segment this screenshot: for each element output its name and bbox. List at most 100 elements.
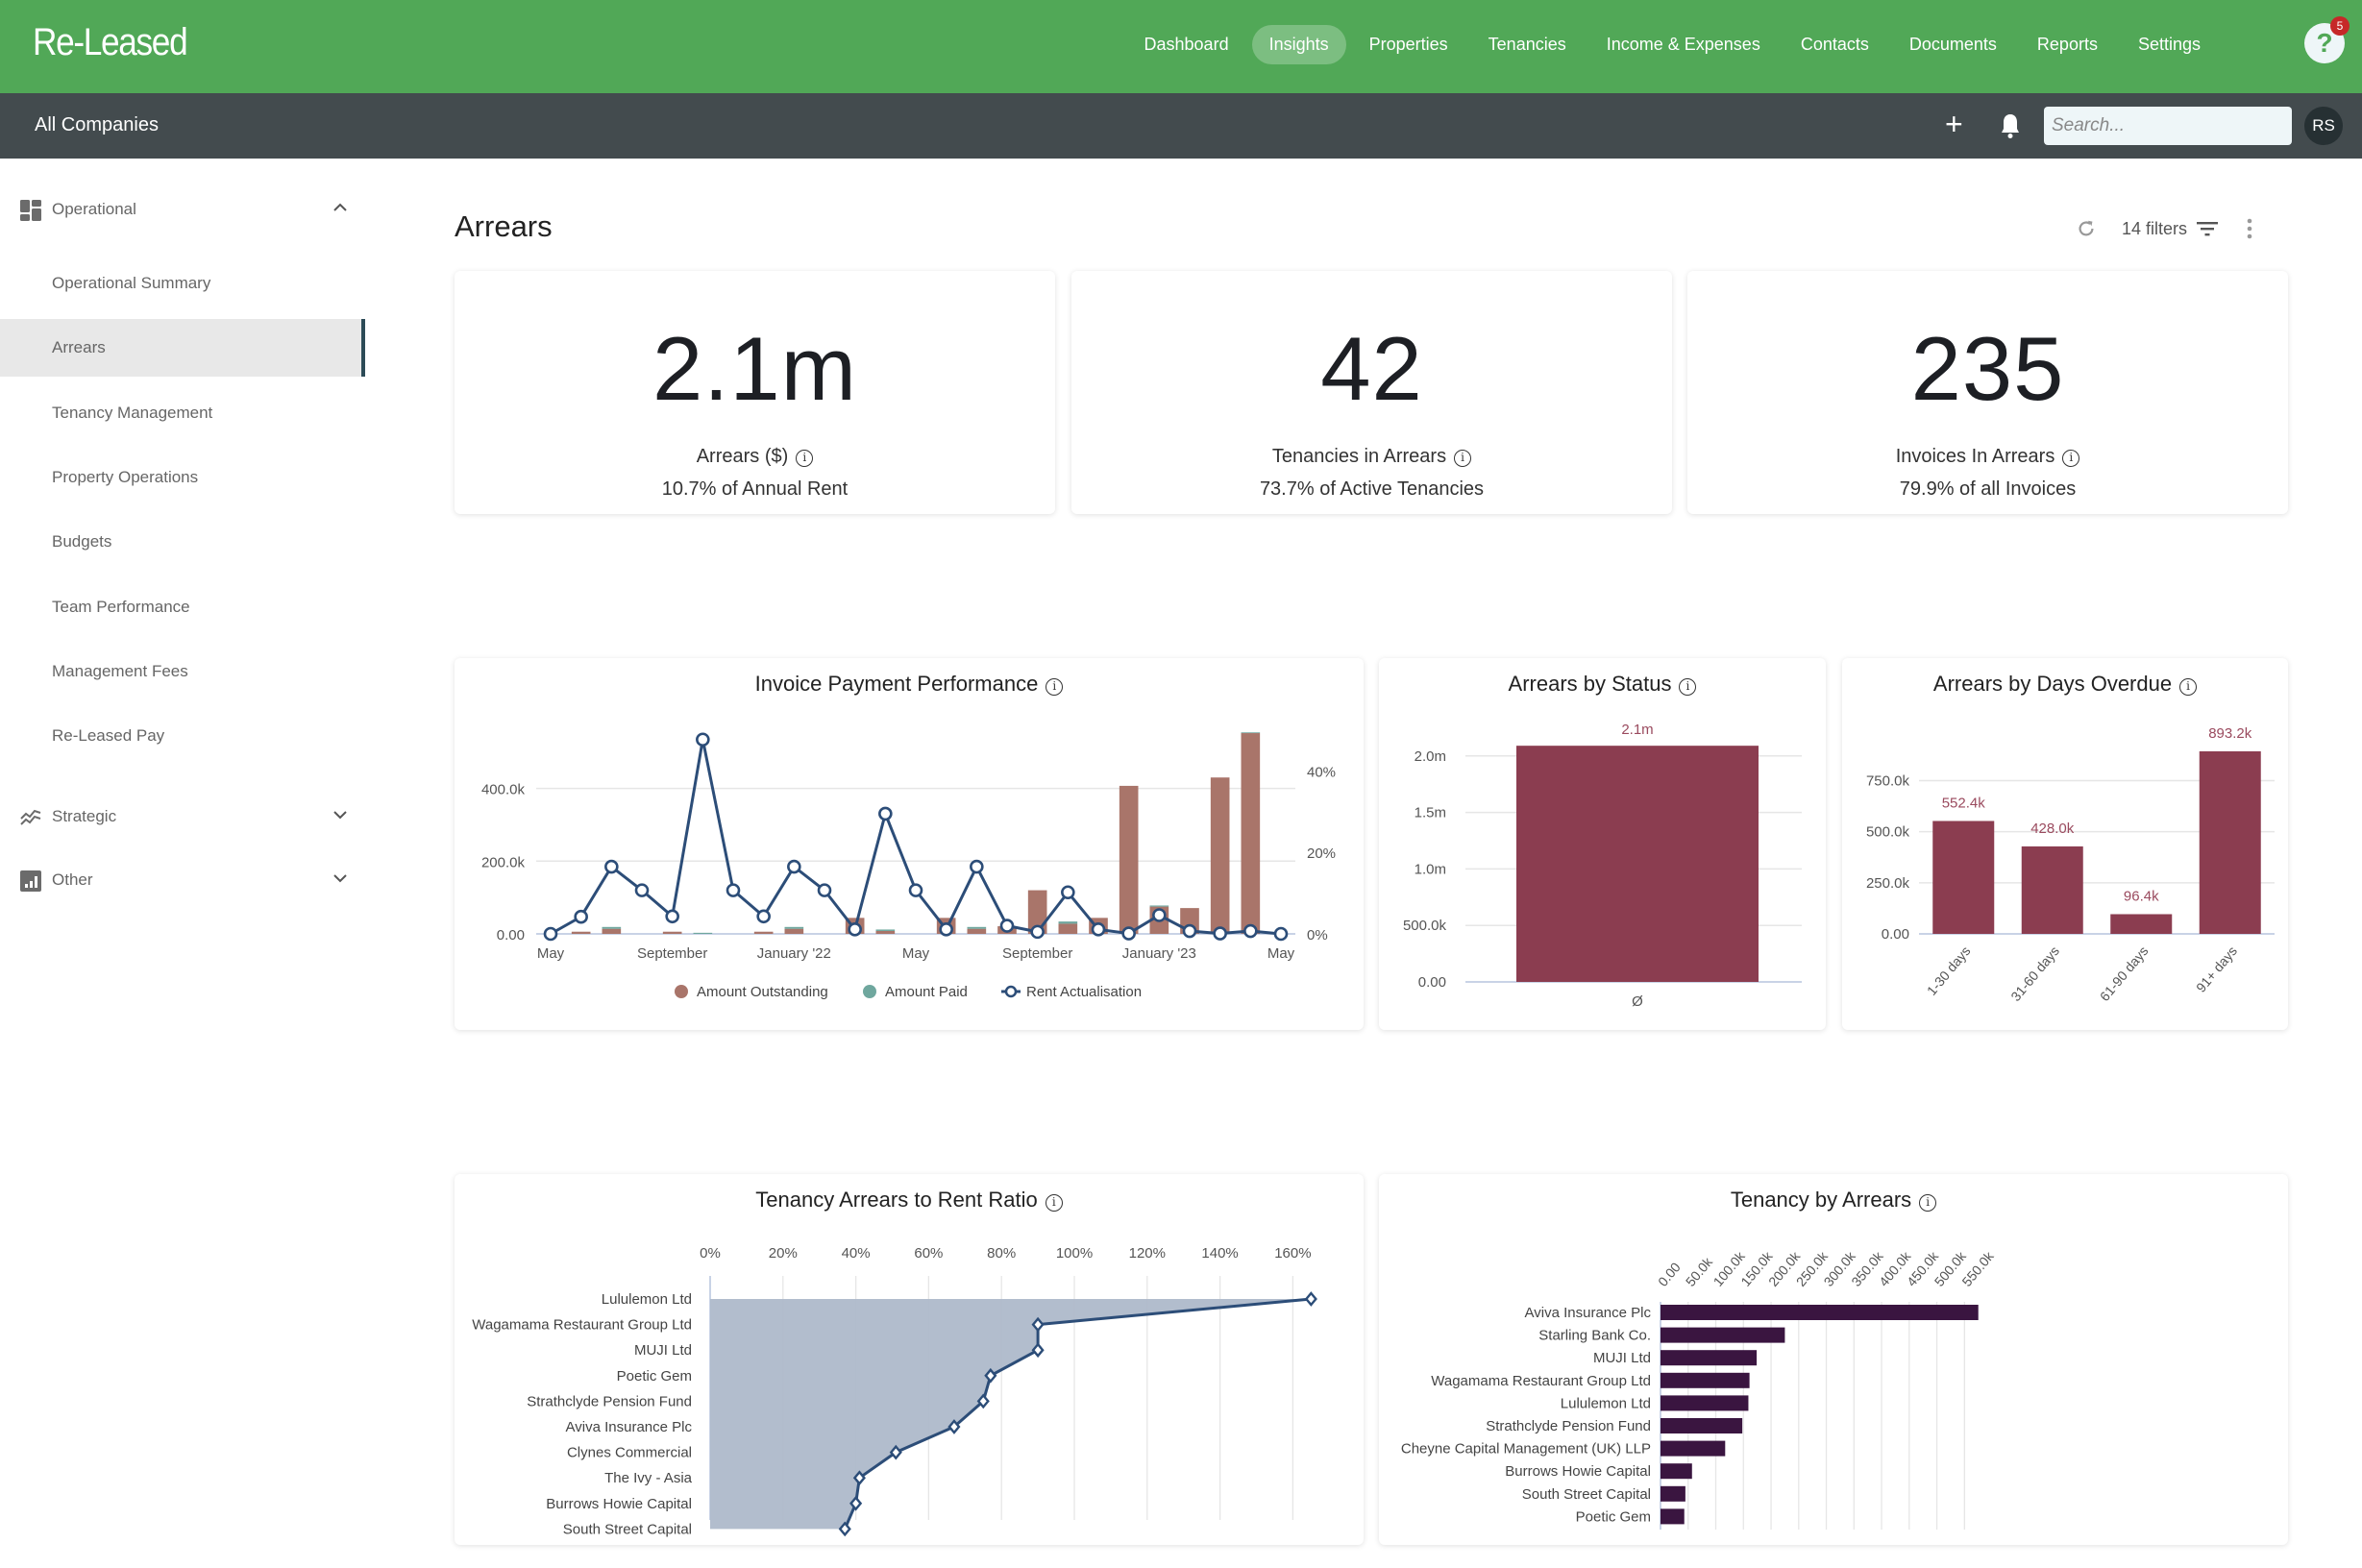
sidebar-item-management-fees[interactable]: Management Fees: [0, 643, 365, 700]
y-category-label: MUJI Ltd: [1593, 1350, 1651, 1366]
kpi-label-text: Invoices In Arrears: [1895, 446, 2055, 467]
y-category-label: Cheyne Capital Management (UK) LLP: [1401, 1441, 1651, 1458]
rent-actualisation-point: [634, 883, 650, 897]
plus-icon[interactable]: +: [1945, 107, 1963, 141]
sidebar-item-tenancy-management[interactable]: Tenancy Management: [0, 384, 365, 442]
x-tick-label: 40%: [842, 1245, 871, 1262]
refresh-icon[interactable]: [2076, 218, 2097, 239]
nav-insights[interactable]: Insights: [1251, 25, 1346, 64]
rent-actualisation-point: [787, 859, 801, 874]
bell-icon[interactable]: [1999, 112, 2022, 139]
x-tick-label: 550.0k: [1958, 1248, 1997, 1289]
question-icon: ?: [2316, 28, 2333, 58]
sidebar-group-other[interactable]: Other: [0, 859, 365, 903]
nav-income-expenses[interactable]: Income & Expenses: [1589, 25, 1778, 64]
sidebar-item-property-operations[interactable]: Property Operations: [0, 449, 365, 506]
y-category-label: Strathclyde Pension Fund: [1486, 1418, 1651, 1434]
x-tick-label: Ø: [1632, 993, 1643, 1010]
sidebar-group-label: Operational: [52, 200, 136, 218]
chart-card-invoice-payment-performance: Invoice Payment Performance i 0.00 200.0k 4…: [455, 658, 1364, 1030]
kpi-label: Tenancies in Arrears i: [1071, 446, 1672, 468]
bar-amount-outstanding: [967, 928, 987, 934]
filters-button[interactable]: 14 filters: [2122, 219, 2187, 239]
y-category-label: Lululemon Ltd: [602, 1291, 692, 1308]
search-input[interactable]: [2044, 107, 2292, 145]
nav-documents[interactable]: Documents: [1892, 25, 2014, 64]
sidebar-item-label: Team Performance: [52, 598, 190, 616]
chevron-down-icon[interactable]: [332, 870, 348, 886]
y-tick-label: 2.0m: [1415, 748, 1446, 765]
nav-properties[interactable]: Properties: [1352, 25, 1465, 64]
sidebar-item-operational-summary[interactable]: Operational Summary: [0, 255, 365, 312]
sidebar-item-label: Property Operations: [52, 468, 199, 486]
info-icon[interactable]: i: [796, 450, 814, 467]
dashboard-toolbar: 14 filters: [2076, 214, 2252, 243]
bar-chart-icon: [20, 870, 41, 892]
avatar[interactable]: RS: [2304, 107, 2343, 145]
company-selector[interactable]: All Companies: [35, 114, 159, 136]
logo[interactable]: Re-Leased: [33, 21, 188, 64]
sidebar-item-label: Budgets: [52, 532, 112, 551]
bar: [2199, 751, 2261, 934]
bar: [1661, 1372, 1750, 1388]
info-icon[interactable]: i: [1454, 450, 1472, 467]
y2-tick-label: 20%: [1307, 845, 1336, 862]
y-category-label: The Ivy - Asia: [604, 1470, 693, 1486]
bar-amount-paid: [693, 932, 713, 934]
chevron-up-icon[interactable]: [332, 200, 348, 215]
sidebar-item-label: Arrears: [52, 338, 106, 356]
ratio-area: [710, 1299, 1312, 1530]
bar: [1516, 746, 1759, 982]
nav-dashboard[interactable]: Dashboard: [1127, 25, 1246, 64]
bar-amount-outstanding: [662, 931, 682, 934]
rent-actualisation-point: [665, 909, 679, 924]
kpi-subtitle: 73.7% of Active Tenancies: [1259, 478, 1485, 500]
ratio-point: [1304, 1291, 1317, 1307]
x-tick-label: 20%: [769, 1245, 798, 1262]
rent-actualisation-point: [1243, 923, 1258, 939]
notification-badge: 5: [2330, 16, 2350, 36]
sidebar-group-label: Other: [52, 870, 93, 889]
y-tick-label: 250.0k: [1866, 875, 1910, 892]
chevron-down-icon[interactable]: [332, 807, 348, 822]
invoice-payment-performance-chart: 0.00 200.0k 400.0k 0% 20% 40% May September Janu…: [481, 732, 1336, 1000]
y-tick-label: 1.0m: [1415, 861, 1446, 877]
legend-marker: [675, 985, 688, 998]
filter-icon[interactable]: [2197, 221, 2219, 236]
y-category-label: South Street Capital: [1522, 1486, 1651, 1503]
kpi-value: 42: [1320, 318, 1423, 419]
nav-contacts[interactable]: Contacts: [1784, 25, 1886, 64]
nav-reports[interactable]: Reports: [2020, 25, 2115, 64]
rent-actualisation-point: [756, 909, 771, 924]
sidebar-item-team-performance[interactable]: Team Performance: [0, 578, 365, 636]
bar-amount-paid: [602, 926, 622, 929]
nav-tenancies[interactable]: Tenancies: [1471, 25, 1584, 64]
kpi-label-text: Arrears ($): [696, 446, 789, 467]
chart-card-arrears-by-days-overdue: Arrears by Days Overdue i 0.00 250.0k 500.0…: [1842, 658, 2288, 1030]
x-tick-label: 50.0k: [1683, 1254, 1716, 1289]
bar-amount-outstanding: [753, 931, 774, 934]
sidebar-item-budgets[interactable]: Budgets: [0, 513, 365, 571]
rent-actualisation-point: [878, 806, 893, 821]
data-label: 96.4k: [2124, 888, 2159, 904]
x-tick-label: 140%: [1201, 1245, 1238, 1262]
bar: [1661, 1350, 1758, 1366]
y-tick-label: 200.0k: [481, 854, 526, 870]
sidebar-group-strategic[interactable]: Strategic: [0, 796, 365, 840]
rent-actualisation-point: [726, 883, 741, 897]
info-icon[interactable]: i: [2062, 450, 2080, 467]
sidebar-item-re-leased-pay[interactable]: Re-Leased Pay: [0, 707, 365, 765]
sidebar-group-operational[interactable]: Operational: [0, 188, 365, 233]
bar-amount-paid: [1149, 905, 1169, 907]
nav-settings[interactable]: Settings: [2121, 25, 2218, 64]
legend-marker: [863, 985, 876, 998]
data-label: 893.2k: [2208, 725, 2252, 742]
sidebar-item-arrears[interactable]: Arrears: [0, 319, 365, 377]
tenancy-by-arrears-chart: 0.0050.0k100.0k150.0k200.0k250.0k300.0k3…: [1401, 1248, 1997, 1530]
y-category-label: Aviva Insurance Plc: [1525, 1305, 1652, 1321]
rent-actualisation-point: [1182, 923, 1197, 939]
rent-actualisation-point: [1091, 922, 1106, 937]
more-options-icon[interactable]: [2247, 218, 2252, 239]
bar-amount-paid: [875, 929, 896, 931]
y-tick-label: 1.5m: [1415, 805, 1446, 821]
